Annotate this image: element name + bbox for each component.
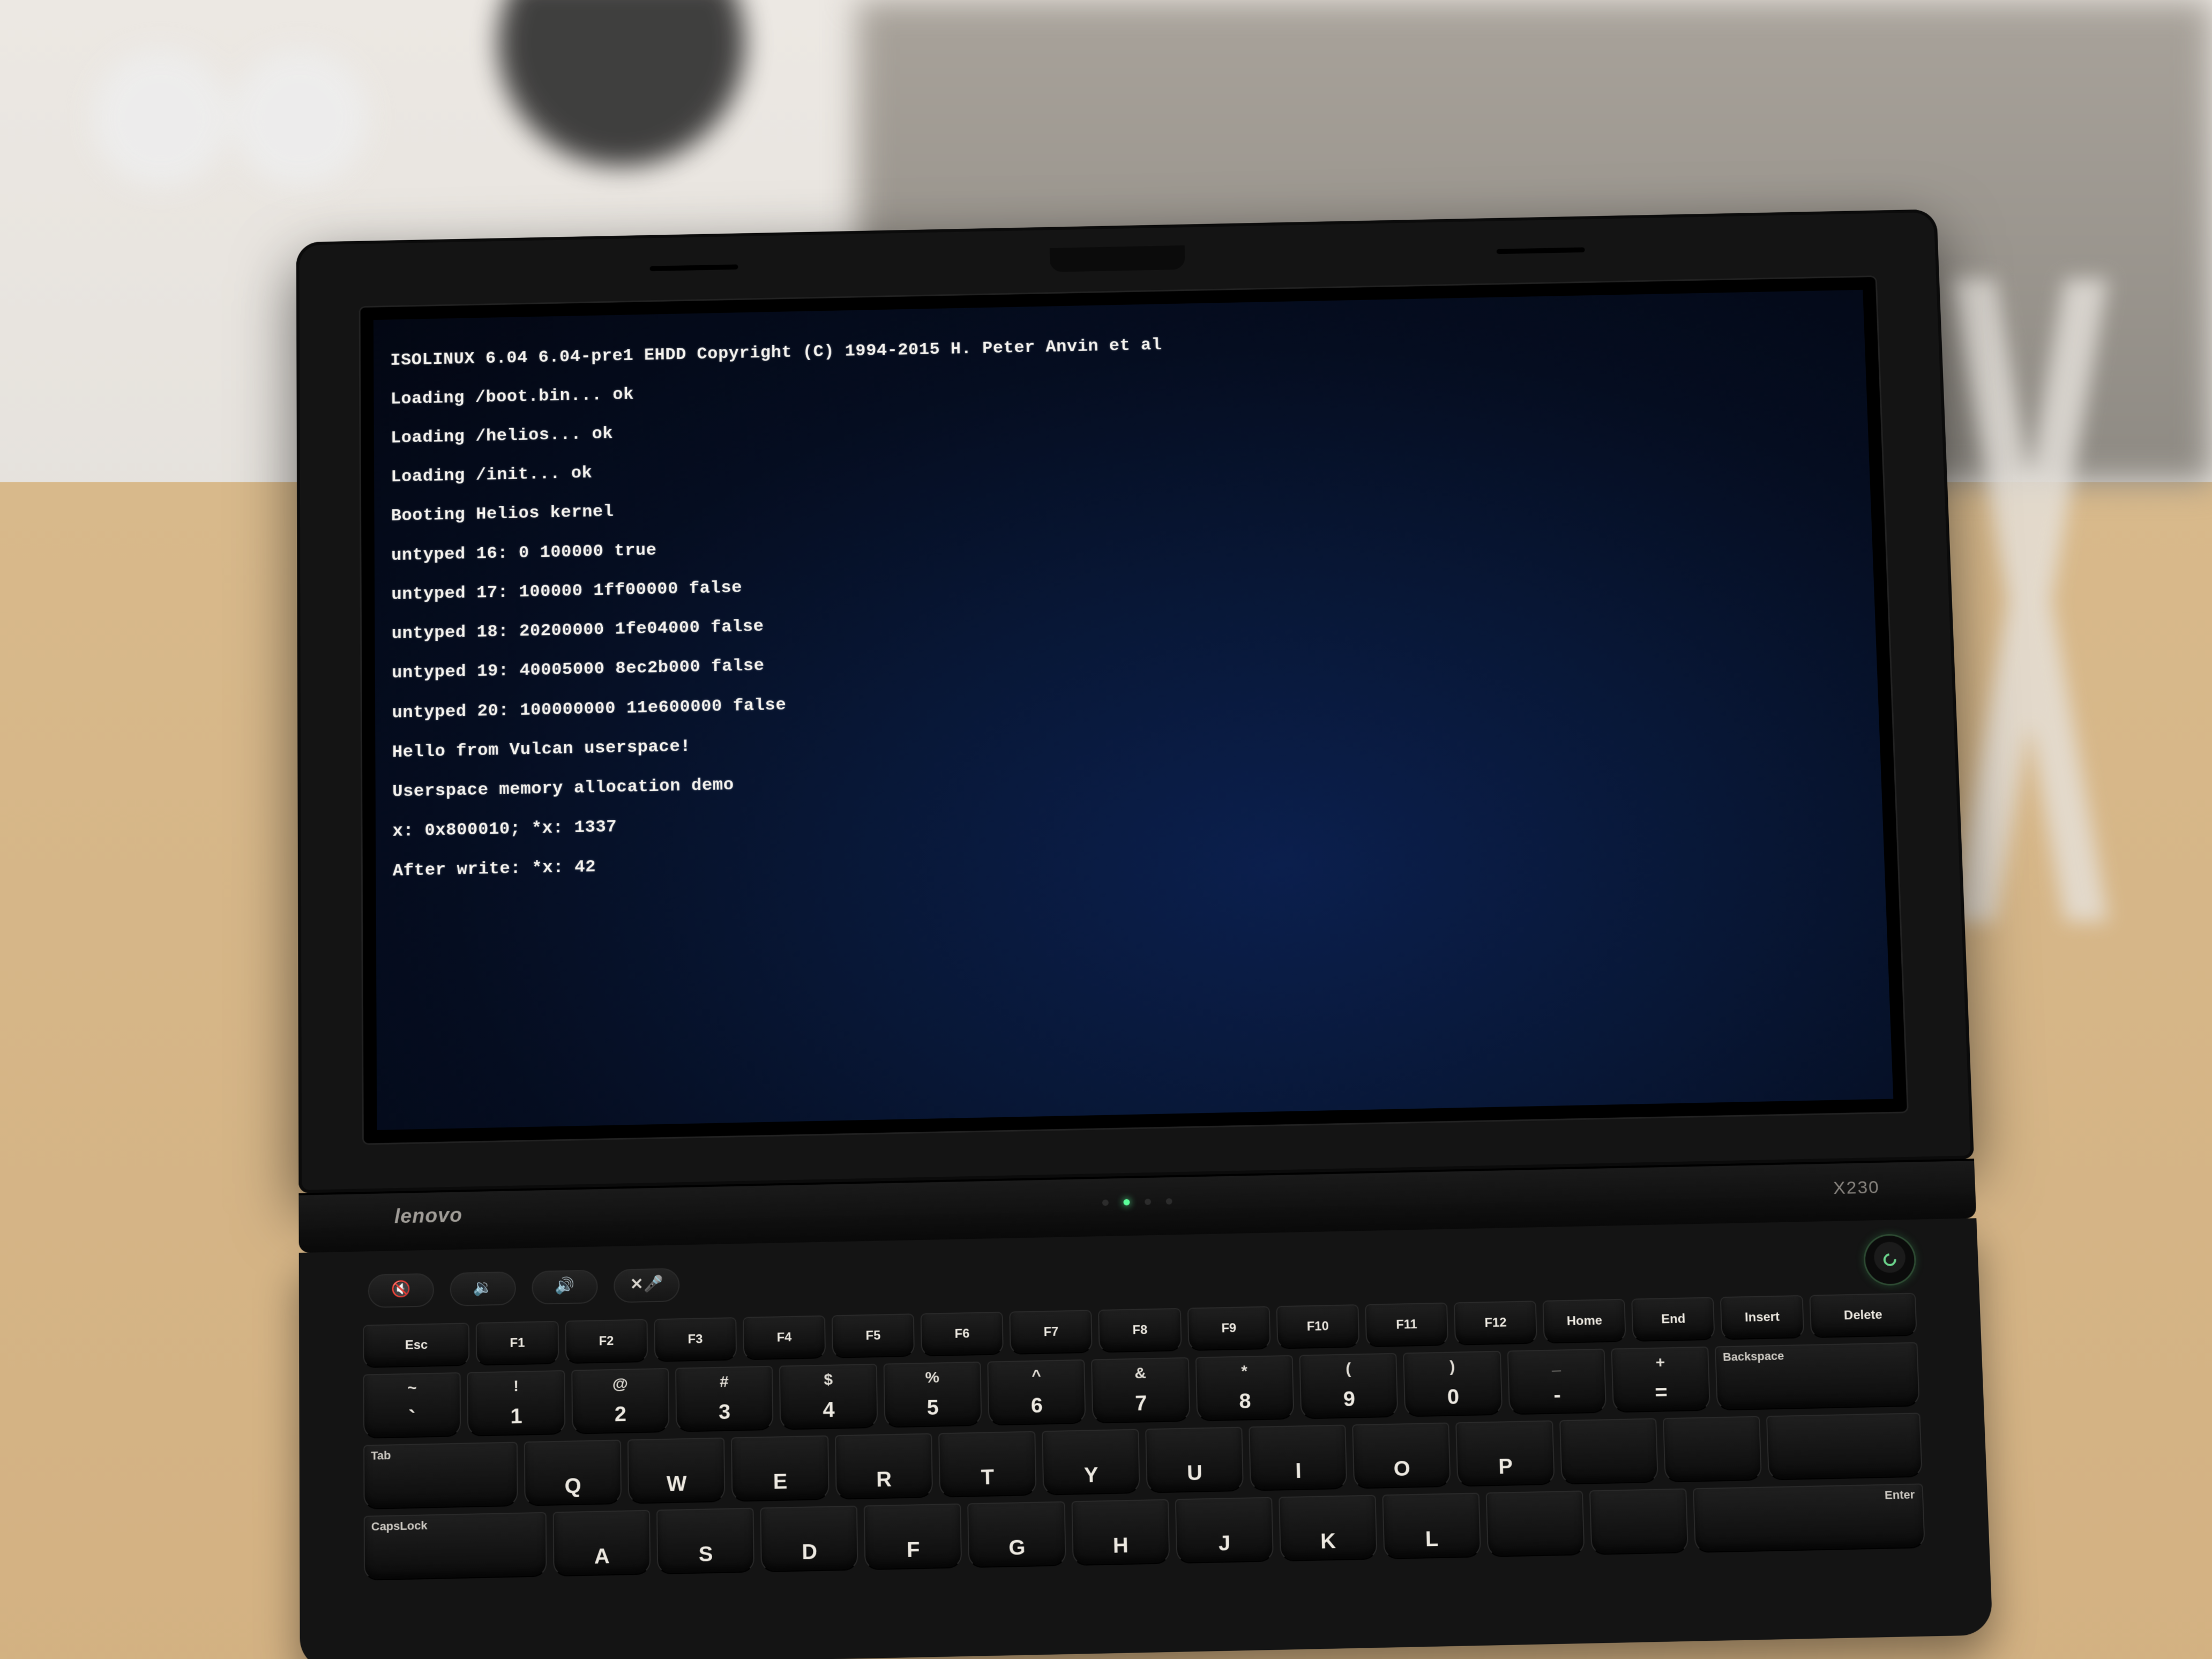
- webcam-notch: [1050, 245, 1185, 272]
- console-line: untyped 16: 0 100000 true: [391, 517, 1855, 566]
- key-0[interactable]: )0: [1403, 1351, 1503, 1417]
- vol-down-button[interactable]: 🔉: [450, 1272, 516, 1306]
- key-o[interactable]: O: [1352, 1423, 1451, 1489]
- key-equals[interactable]: +=: [1611, 1347, 1711, 1413]
- key-w[interactable]: W: [627, 1438, 726, 1504]
- model-label: X230: [1833, 1178, 1880, 1197]
- key-d[interactable]: D: [760, 1506, 858, 1572]
- key-f10[interactable]: F10: [1276, 1304, 1359, 1349]
- key-quote[interactable]: [1589, 1489, 1688, 1555]
- key-tab[interactable]: Tab: [363, 1442, 518, 1509]
- key-e[interactable]: E: [731, 1436, 829, 1502]
- led-icon: [1166, 1198, 1172, 1205]
- key-insert[interactable]: Insert: [1720, 1295, 1804, 1340]
- key-f3[interactable]: F3: [654, 1317, 737, 1362]
- console-line: Hello from Vulcan userspace!: [392, 713, 1863, 763]
- key-backslash[interactable]: [1766, 1413, 1923, 1480]
- console-line: Loading /boot.bin... ok: [391, 361, 1850, 409]
- key-6[interactable]: ^6: [987, 1359, 1086, 1426]
- key-4[interactable]: $4: [779, 1364, 878, 1430]
- led-icon: [1145, 1199, 1151, 1205]
- brand-label: lenovo: [394, 1206, 462, 1227]
- key-1[interactable]: !1: [467, 1370, 565, 1437]
- key-k[interactable]: K: [1279, 1495, 1378, 1561]
- key-u[interactable]: U: [1145, 1427, 1244, 1493]
- key-g[interactable]: G: [968, 1501, 1066, 1568]
- key-f7[interactable]: F7: [1010, 1310, 1093, 1355]
- console-line: untyped 17: 100000 1ff00000 false: [391, 556, 1857, 605]
- console-line: After write: *x: 42: [393, 832, 1867, 881]
- key-f2[interactable]: F2: [565, 1319, 648, 1364]
- boot-console: ISOLINUX 6.04 6.04-pre1 EHDD Copyright (…: [373, 290, 1893, 1130]
- key-f8[interactable]: F8: [1098, 1308, 1182, 1353]
- key-end[interactable]: End: [1631, 1297, 1715, 1342]
- key-l[interactable]: L: [1382, 1493, 1481, 1559]
- led-icon: [1102, 1199, 1109, 1206]
- key-8[interactable]: *8: [1195, 1355, 1294, 1422]
- key-9[interactable]: (9: [1299, 1353, 1399, 1419]
- key-3[interactable]: #3: [675, 1366, 774, 1432]
- speaker-slit-right: [1497, 248, 1585, 255]
- console-line: untyped 20: 100000000 11e600000 false: [392, 674, 1861, 723]
- key-esc[interactable]: Esc: [363, 1322, 470, 1368]
- key-5[interactable]: %5: [883, 1362, 982, 1428]
- console-line: untyped 18: 20200000 1fe04000 false: [392, 595, 1858, 644]
- key-minus[interactable]: _-: [1507, 1349, 1607, 1415]
- console-line: x: 0x800010; *x: 1337: [392, 792, 1865, 842]
- vol-up-button[interactable]: 🔊: [532, 1269, 598, 1304]
- key-backtick[interactable]: ~`: [363, 1372, 461, 1439]
- laptop-lid: ISOLINUX 6.04 6.04-pre1 EHDD Copyright (…: [296, 209, 1974, 1193]
- mic-mute-button[interactable]: ✕🎤: [614, 1268, 680, 1303]
- key-f11[interactable]: F11: [1365, 1303, 1448, 1348]
- console-line: Loading /helios... ok: [391, 399, 1851, 449]
- key-f12[interactable]: F12: [1454, 1301, 1537, 1346]
- key-2[interactable]: @2: [571, 1368, 669, 1434]
- key-p[interactable]: P: [1456, 1421, 1555, 1487]
- keyboard: Esc F1 F2 F3 F4 F5 F6 F7 F8 F9 F10 F11 F…: [363, 1293, 1925, 1581]
- console-line: Loading /init... ok: [391, 438, 1852, 488]
- key-r[interactable]: R: [835, 1433, 933, 1500]
- key-delete[interactable]: Delete: [1809, 1293, 1917, 1338]
- key-q[interactable]: Q: [524, 1440, 622, 1506]
- key-home[interactable]: Home: [1543, 1299, 1626, 1344]
- key-f9[interactable]: F9: [1187, 1306, 1271, 1351]
- console-line: Userspace memory allocation demo: [392, 752, 1864, 802]
- power-button[interactable]: [1865, 1235, 1916, 1284]
- key-bracket-l[interactable]: [1559, 1418, 1658, 1485]
- led-icon: [1123, 1199, 1130, 1206]
- console-line: Booting Helios kernel: [391, 477, 1854, 527]
- key-a[interactable]: A: [553, 1510, 651, 1577]
- laptop: ISOLINUX 6.04 6.04-pre1 EHDD Copyright (…: [296, 209, 1993, 1659]
- key-j[interactable]: J: [1175, 1497, 1273, 1564]
- status-leds: [1102, 1198, 1172, 1206]
- key-f1[interactable]: F1: [476, 1321, 559, 1366]
- console-line: untyped 19: 40005000 8ec2b000 false: [392, 634, 1860, 684]
- key-y[interactable]: Y: [1042, 1429, 1140, 1496]
- key-f6[interactable]: F6: [921, 1312, 1004, 1357]
- screen-bezel: ISOLINUX 6.04 6.04-pre1 EHDD Copyright (…: [359, 275, 1909, 1145]
- key-f[interactable]: F: [864, 1504, 962, 1570]
- key-7[interactable]: &7: [1091, 1357, 1190, 1424]
- key-s[interactable]: S: [656, 1508, 754, 1574]
- console-line: ISOLINUX 6.04 6.04-pre1 EHDD Copyright (…: [390, 322, 1848, 370]
- mute-button[interactable]: 🔇: [368, 1273, 434, 1308]
- key-i[interactable]: I: [1249, 1425, 1347, 1491]
- key-capslock[interactable]: CapsLock: [364, 1512, 547, 1581]
- key-enter[interactable]: Enter: [1693, 1483, 1925, 1553]
- key-f5[interactable]: F5: [832, 1313, 915, 1358]
- key-semicolon[interactable]: [1485, 1491, 1585, 1557]
- key-f4[interactable]: F4: [743, 1316, 826, 1361]
- key-t[interactable]: T: [938, 1431, 1037, 1498]
- speaker-slit-left: [650, 264, 738, 271]
- key-backspace[interactable]: Backspace: [1715, 1342, 1919, 1411]
- photo-scene: ISOLINUX 6.04 6.04-pre1 EHDD Copyright (…: [0, 0, 2212, 1659]
- key-h[interactable]: H: [1071, 1499, 1170, 1566]
- key-bracket-r[interactable]: [1663, 1416, 1762, 1483]
- laptop-deck: 🔇 🔉 🔊 ✕🎤 Esc F1 F2 F3 F4 F5 F6 F7 F8: [299, 1218, 1993, 1659]
